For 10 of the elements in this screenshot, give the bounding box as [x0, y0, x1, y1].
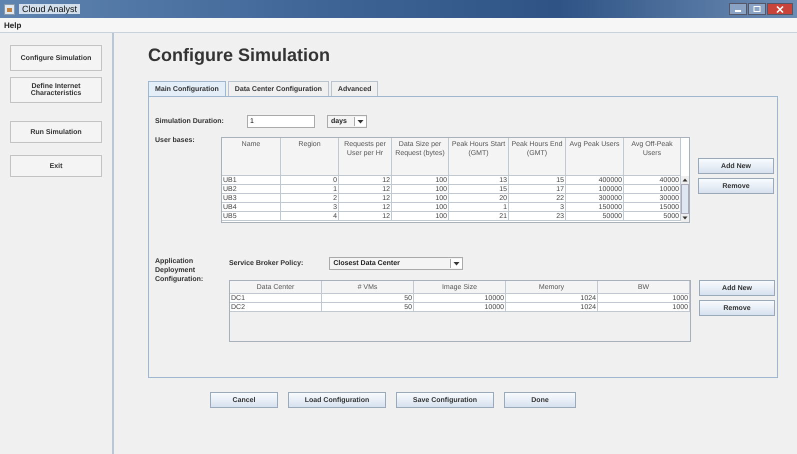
maximize-icon [753, 6, 761, 12]
app-icon [4, 4, 15, 14]
maximize-button[interactable] [748, 3, 766, 15]
close-button[interactable] [767, 3, 793, 15]
close-icon [776, 6, 784, 12]
page-title: Configure Simulation [148, 45, 331, 67]
minimize-button[interactable] [729, 3, 747, 15]
window-title: Cloud Analyst [19, 4, 80, 14]
menu-item[interactable]: Help [4, 20, 22, 30]
scrollbar[interactable] [681, 176, 689, 222]
